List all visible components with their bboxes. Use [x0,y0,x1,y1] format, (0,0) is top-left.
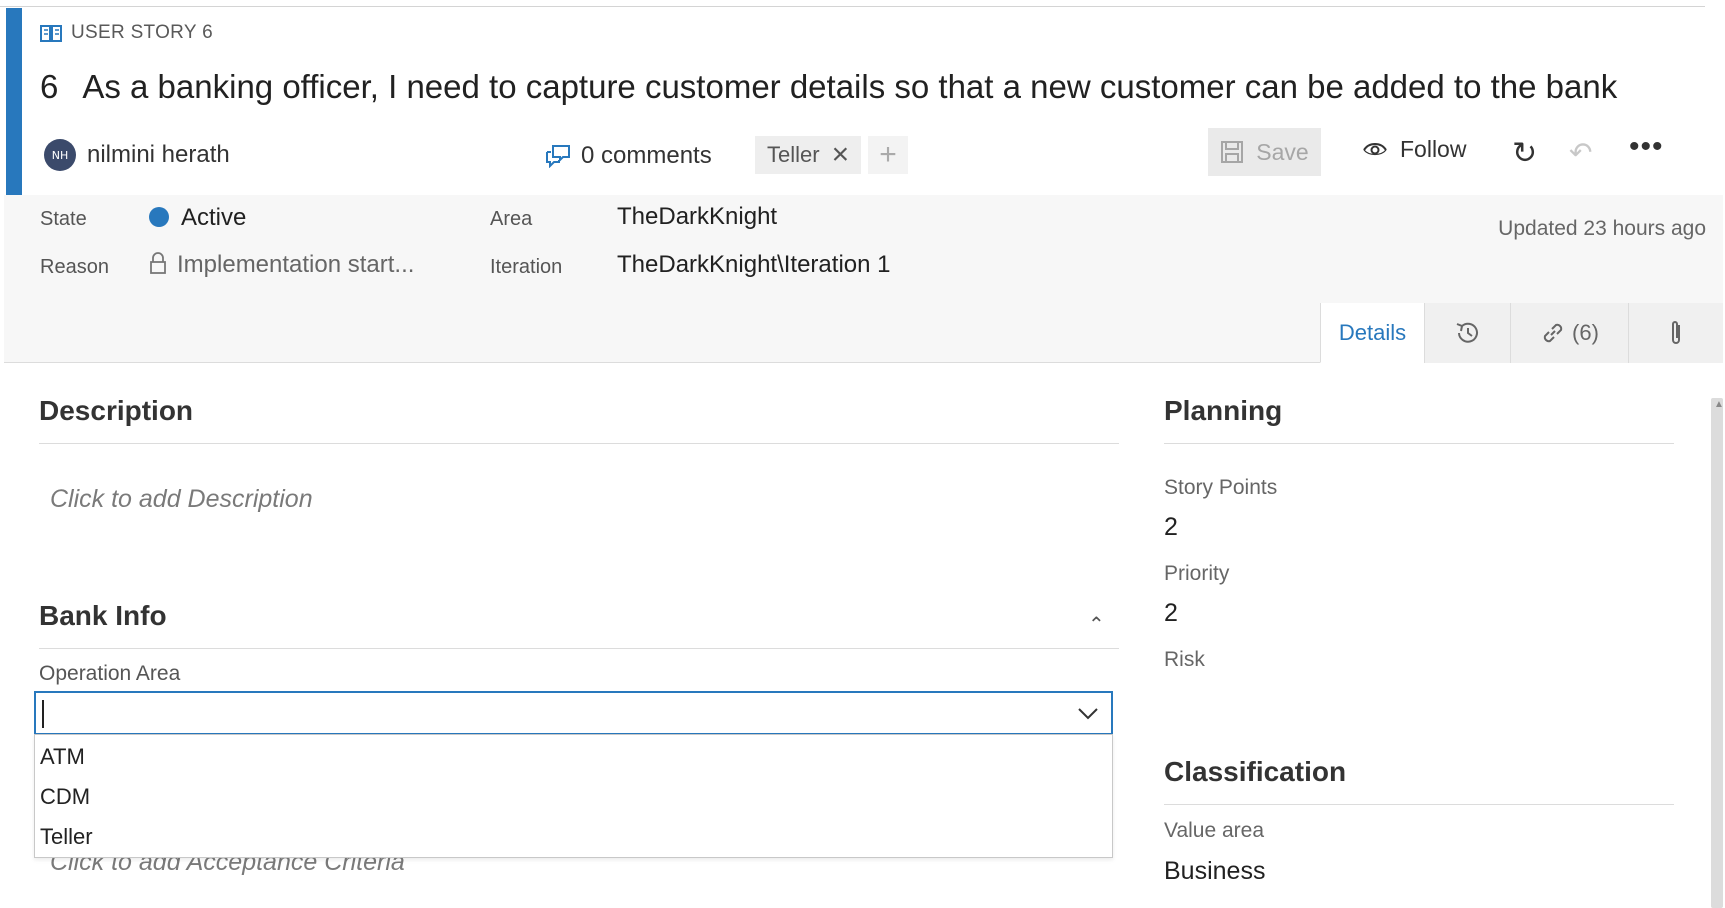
add-tag-button[interactable]: + [868,136,908,174]
state-indicator [149,207,169,227]
tab-links[interactable]: (6) [1510,303,1628,363]
header-meta-bar: NH nilmini herath 0 comments Teller × + … [44,128,1704,182]
save-button-label: Save [1256,138,1309,165]
dropdown-option-atm[interactable]: ATM [40,744,85,770]
paperclip-icon [1672,321,1680,344]
value-area-label: Value area [1164,819,1265,842]
comment-icon [546,145,570,168]
eye-icon [1363,142,1387,155]
risk-label: Risk [1164,648,1205,671]
links-count: (6) [1572,320,1599,345]
classification-divider [1164,804,1674,805]
work-item-type: USER STORY 6 [40,22,213,44]
scroll-up-icon[interactable]: ▲ [1714,399,1724,410]
work-item-id: 6 [40,68,59,105]
state-label: State [40,208,87,230]
work-item-type-label: USER STORY 6 [71,22,213,43]
description-title: Description [39,395,194,426]
tab-attachments[interactable] [1628,303,1723,363]
operation-area-combobox[interactable] [34,691,1113,735]
planning-title: Planning [1164,395,1283,426]
bank-info-title: Bank Info [39,600,167,631]
iteration-field[interactable]: TheDarkKnight\Iteration 1 [617,251,890,279]
planning-divider [1164,443,1674,444]
area-label: Area [490,208,533,230]
refresh-button[interactable]: ↻ [1512,136,1537,171]
iteration-label: Iteration [490,256,563,278]
value-area-field[interactable]: Business [1164,857,1265,886]
follow-button[interactable]: Follow [1362,136,1466,163]
dropdown-option-teller[interactable]: Teller [40,824,93,850]
priority-field[interactable]: 2 [1164,599,1178,628]
refresh-icon: ↻ [1512,137,1538,170]
updated-timestamp[interactable]: Updated 23 hours ago [1498,217,1706,241]
undo-icon: ↶ [1569,137,1593,168]
more-actions-button[interactable]: ••• [1629,130,1664,164]
history-icon [1456,322,1478,343]
tab-details[interactable]: Details [1320,303,1424,363]
story-points-label: Story Points [1164,476,1278,499]
description-field[interactable]: Click to add Description [50,485,313,514]
story-points-field[interactable]: 2 [1164,513,1178,542]
text-caret [42,700,44,728]
tag-chip[interactable]: Teller × [755,136,862,174]
revert-button: ↶ [1569,136,1592,169]
reason-field: Implementation start... [149,251,414,279]
chevron-up-icon[interactable]: ⌃ [1088,612,1105,637]
dropdown-option-cdm[interactable]: CDM [40,784,90,810]
assigned-to[interactable]: nilmini herath [87,141,230,169]
work-item-type-color-bar [6,8,22,196]
classification-title: Classification [1164,756,1347,787]
link-icon [1543,323,1563,343]
reason-value: Implementation start... [177,251,415,278]
save-button[interactable]: Save [1208,128,1321,176]
area-field[interactable]: TheDarkKnight [617,203,777,231]
comments-count: 0 comments [581,142,712,169]
book-icon [40,24,62,42]
work-item-title-text[interactable]: As a banking officer, I need to capture … [82,68,1617,106]
state-field[interactable]: Active [149,204,246,232]
close-icon[interactable]: × [832,140,850,170]
operation-area-dropdown: ATM CDM Teller [34,734,1113,858]
bank-info-divider [39,648,1119,649]
tag-label: Teller [767,142,820,167]
follow-button-label: Follow [1400,136,1467,162]
comments-link[interactable]: 0 comments [545,142,712,170]
description-section: Description [39,395,1119,444]
operation-area-label: Operation Area [39,662,181,685]
chevron-down-icon[interactable] [1073,698,1103,728]
more-icon: ••• [1629,130,1664,163]
vertical-scrollbar[interactable] [1711,398,1723,908]
planning-section: Planning [1164,395,1674,444]
description-divider [39,443,1119,444]
priority-label: Priority [1164,562,1230,585]
avatar[interactable]: NH [44,139,76,171]
plus-icon: + [879,138,897,171]
work-item-tabs: Details (6) [1320,303,1723,363]
work-item-fields: State Active Reason Implementation start… [4,195,1723,363]
reason-label: Reason [40,256,109,278]
state-value: Active [181,204,247,231]
tab-details-label: Details [1338,319,1407,345]
tab-history[interactable] [1424,303,1510,363]
lock-icon [150,252,166,274]
save-icon [1221,141,1244,163]
work-item-title[interactable]: 6 As a banking officer, I need to captur… [40,68,1617,106]
classification-section: Classification [1164,756,1674,805]
